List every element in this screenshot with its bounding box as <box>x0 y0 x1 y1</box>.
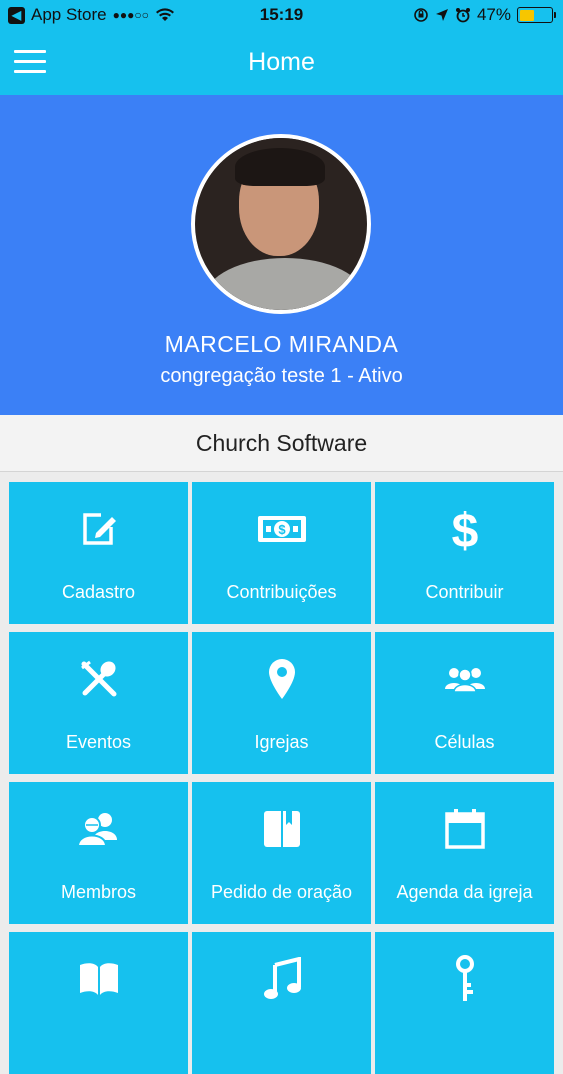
tile-label: Células <box>434 732 495 752</box>
section-title: Church Software <box>195 430 368 456</box>
battery-icon <box>517 7 556 23</box>
status-bar: ◀ App Store ●●●○○ 15:19 47% <box>0 0 563 30</box>
nav-bar: Home <box>0 30 563 95</box>
edit-icon <box>9 504 188 554</box>
tile-eventos[interactable]: Eventos <box>9 632 188 774</box>
tile-label: Pedido de oração <box>210 882 353 902</box>
tile-agenda-da-igreja[interactable]: Agenda da igreja <box>375 782 554 924</box>
tile-label: Contribuições <box>226 582 337 602</box>
svg-text:$: $ <box>278 522 286 537</box>
open-book-icon <box>9 954 188 1004</box>
page-title: Home <box>248 48 315 76</box>
location-icon <box>435 9 448 21</box>
tile-label: Agenda da igreja <box>396 882 533 902</box>
profile-header: MARCELO MIRANDA congregação teste 1 - At… <box>0 95 563 415</box>
calendar-icon <box>375 804 554 854</box>
key-icon <box>375 954 554 1004</box>
tile-contribuicoes[interactable]: $ Contribuições <box>192 482 371 624</box>
money-bill-icon: $ <box>192 504 371 554</box>
battery-percent: 47% <box>476 5 511 24</box>
tile-musica[interactable] <box>192 932 371 1074</box>
tile-biblia[interactable] <box>9 932 188 1074</box>
tile-igrejas[interactable]: Igrejas <box>192 632 371 774</box>
tile-cadastro[interactable]: Cadastro <box>9 482 188 624</box>
status-right: 47% <box>413 5 556 25</box>
utensils-icon <box>9 654 188 704</box>
tile-contribuir[interactable]: $ Contribuir <box>375 482 554 624</box>
avatar[interactable] <box>191 134 371 314</box>
group-icon <box>375 654 554 704</box>
tile-membros[interactable]: Membros <box>9 782 188 924</box>
tile-celulas[interactable]: Células <box>375 632 554 774</box>
prayer-book-icon <box>192 804 371 854</box>
dollar-icon: $ <box>375 504 554 554</box>
tile-acesso[interactable] <box>375 932 554 1074</box>
music-note-icon <box>192 954 371 1004</box>
alarm-icon <box>455 8 470 23</box>
section-header: Church Software <box>0 415 563 472</box>
svg-text:$: $ <box>451 505 478 553</box>
rotation-lock-icon <box>414 8 428 22</box>
tile-label: Membros <box>60 882 136 902</box>
tile-label: Igrejas <box>254 732 309 752</box>
users-icon <box>9 804 188 854</box>
tile-label: Eventos <box>65 732 132 752</box>
tile-label: Cadastro <box>61 582 136 602</box>
profile-congregation-status: congregação teste 1 - Ativo <box>160 365 403 387</box>
profile-name: MARCELO MIRANDA <box>164 331 399 357</box>
battery-fill <box>519 9 535 21</box>
map-pin-icon <box>192 654 371 704</box>
tile-label: Contribuir <box>425 582 504 602</box>
tile-pedido-de-oracao[interactable]: Pedido de oração <box>192 782 371 924</box>
